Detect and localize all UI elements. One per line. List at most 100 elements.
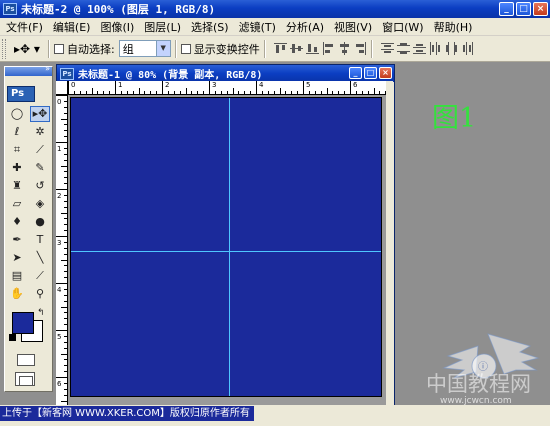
eraser-icon[interactable]: ▱	[7, 196, 27, 212]
app-icon: Ps	[3, 3, 17, 15]
divider	[174, 39, 177, 58]
divider	[48, 39, 50, 58]
menu-filter[interactable]: 滤镜(T)	[234, 19, 281, 35]
history-brush-icon[interactable]: ↺	[30, 178, 50, 194]
toolbox-header[interactable]: »	[5, 64, 52, 76]
menu-file[interactable]: 文件(F)	[0, 19, 48, 35]
brush-icon[interactable]: ✎	[30, 160, 50, 176]
menu-view[interactable]: 视图(V)	[329, 19, 377, 35]
ruler-tick	[103, 91, 105, 94]
ruler-tick	[367, 91, 369, 94]
menu-help[interactable]: 帮助(H)	[429, 19, 478, 35]
divider	[370, 39, 373, 58]
align-hcenter-icon[interactable]	[338, 42, 351, 55]
minimize-button[interactable]: _	[499, 2, 514, 16]
notes-icon[interactable]: ▤	[7, 268, 27, 284]
ruler-tick	[64, 382, 67, 384]
collapse-icon[interactable]: »	[45, 64, 50, 73]
crop-icon[interactable]: ⌗	[7, 142, 27, 158]
ruler-tick	[115, 81, 116, 94]
doc-minimize-button[interactable]: _	[349, 67, 362, 79]
ruler-tick	[64, 247, 67, 249]
vertical-ruler[interactable]: 0 1 2 3 4 5 6	[56, 95, 68, 405]
line-icon[interactable]: ╲	[30, 250, 50, 266]
distribute-vcenter-icon[interactable]	[396, 42, 410, 55]
pen-icon[interactable]: ✒	[7, 232, 27, 248]
options-grip[interactable]	[2, 38, 6, 59]
menu-image[interactable]: 图像(I)	[95, 19, 139, 35]
eyedropper-icon[interactable]: ⟋	[30, 268, 50, 284]
default-colors-icon[interactable]	[9, 334, 16, 341]
align-bottom-icon[interactable]	[305, 42, 319, 55]
distribute-bottom-icon[interactable]	[412, 42, 426, 55]
align-left-icon[interactable]	[322, 42, 335, 55]
app-title-bar: Ps 未标题-2 @ 100% (图层 1, RGB/8) _ □ ×	[0, 0, 550, 18]
ruler-h-label: 6	[353, 81, 358, 89]
ruler-tick	[56, 142, 67, 143]
document-title-bar[interactable]: Ps 未标题-1 @ 80% (背景 副本, RGB/8) _ □ ×	[57, 65, 394, 82]
zoom-icon[interactable]: ⚲	[30, 286, 50, 302]
distribute-hcenter-icon[interactable]	[445, 42, 458, 55]
marquee-icon[interactable]: ◯	[7, 106, 27, 122]
distribute-right-icon[interactable]	[461, 42, 474, 55]
horizontal-guide[interactable]	[71, 251, 381, 252]
vertical-guide[interactable]	[229, 98, 230, 396]
menu-layer[interactable]: 图层(L)	[139, 19, 186, 35]
distribute-top-icon[interactable]	[380, 42, 394, 55]
stamp-icon[interactable]: ♜	[7, 178, 27, 194]
magic-wand-icon[interactable]: ✲	[30, 124, 50, 140]
menu-window[interactable]: 窗口(W)	[377, 19, 428, 35]
ruler-tick	[285, 91, 287, 94]
ruler-origin[interactable]	[56, 81, 68, 95]
window-controls: _ □ ×	[499, 2, 548, 16]
ruler-tick	[56, 95, 67, 96]
slice-icon[interactable]: ⟋	[30, 142, 50, 158]
healing-brush-icon[interactable]: ✚	[7, 160, 27, 176]
ruler-tick	[64, 300, 67, 302]
move-tool-icon[interactable]: ▸✥ ▾	[14, 42, 44, 56]
ruler-tick	[120, 91, 122, 94]
foreground-color[interactable]	[12, 312, 34, 334]
bucket-icon[interactable]: ◈	[30, 196, 50, 212]
ruler-v-label: 4	[57, 286, 62, 294]
maximize-button[interactable]: □	[516, 2, 531, 16]
ruler-tick	[373, 88, 375, 94]
ruler-tick	[64, 359, 67, 361]
auto-select-dropdown[interactable]: 组 ▼	[118, 40, 171, 57]
horizontal-ruler[interactable]: 0 1 2 3 4 5 6	[68, 81, 392, 95]
ruler-tick	[64, 324, 67, 326]
menu-analysis[interactable]: 分析(A)	[281, 19, 329, 35]
ruler-tick	[350, 81, 351, 94]
doc-close-button[interactable]: ×	[379, 67, 392, 79]
menu-select[interactable]: 选择(S)	[186, 19, 234, 35]
auto-select-checkbox[interactable]	[54, 43, 64, 54]
lasso-icon[interactable]: ℓ	[7, 124, 27, 140]
type-icon[interactable]: T	[30, 232, 50, 248]
blur-icon[interactable]: ♦	[7, 214, 27, 230]
ps-logo[interactable]: Ps	[7, 86, 35, 102]
screen-mode-icon[interactable]	[15, 372, 35, 386]
quick-mask-icon[interactable]	[17, 354, 35, 366]
ruler-tick	[64, 265, 67, 267]
show-transform-checkbox[interactable]	[180, 43, 191, 54]
align-right-icon[interactable]	[354, 42, 367, 55]
ruler-tick	[64, 106, 67, 108]
swap-colors-icon[interactable]: ↰	[37, 308, 45, 318]
ruler-tick	[150, 91, 152, 94]
distribute-left-icon[interactable]	[429, 42, 442, 55]
align-vcenter-icon[interactable]	[289, 42, 303, 55]
dodge-icon[interactable]: ●	[30, 214, 50, 230]
vertical-scrollbar[interactable]	[386, 81, 393, 405]
ruler-tick	[156, 91, 158, 94]
ruler-tick	[64, 112, 67, 114]
ruler-tick	[64, 230, 67, 232]
canvas-area[interactable]	[68, 95, 392, 405]
hand-icon[interactable]: ✋	[7, 286, 27, 302]
menu-edit[interactable]: 编辑(E)	[48, 19, 96, 35]
move-icon[interactable]: ▸✥	[30, 106, 50, 122]
canvas[interactable]	[70, 97, 382, 397]
doc-maximize-button[interactable]: □	[364, 67, 377, 79]
align-top-icon[interactable]	[273, 42, 287, 55]
close-button[interactable]: ×	[533, 2, 548, 16]
path-select-icon[interactable]: ➤	[7, 250, 27, 266]
